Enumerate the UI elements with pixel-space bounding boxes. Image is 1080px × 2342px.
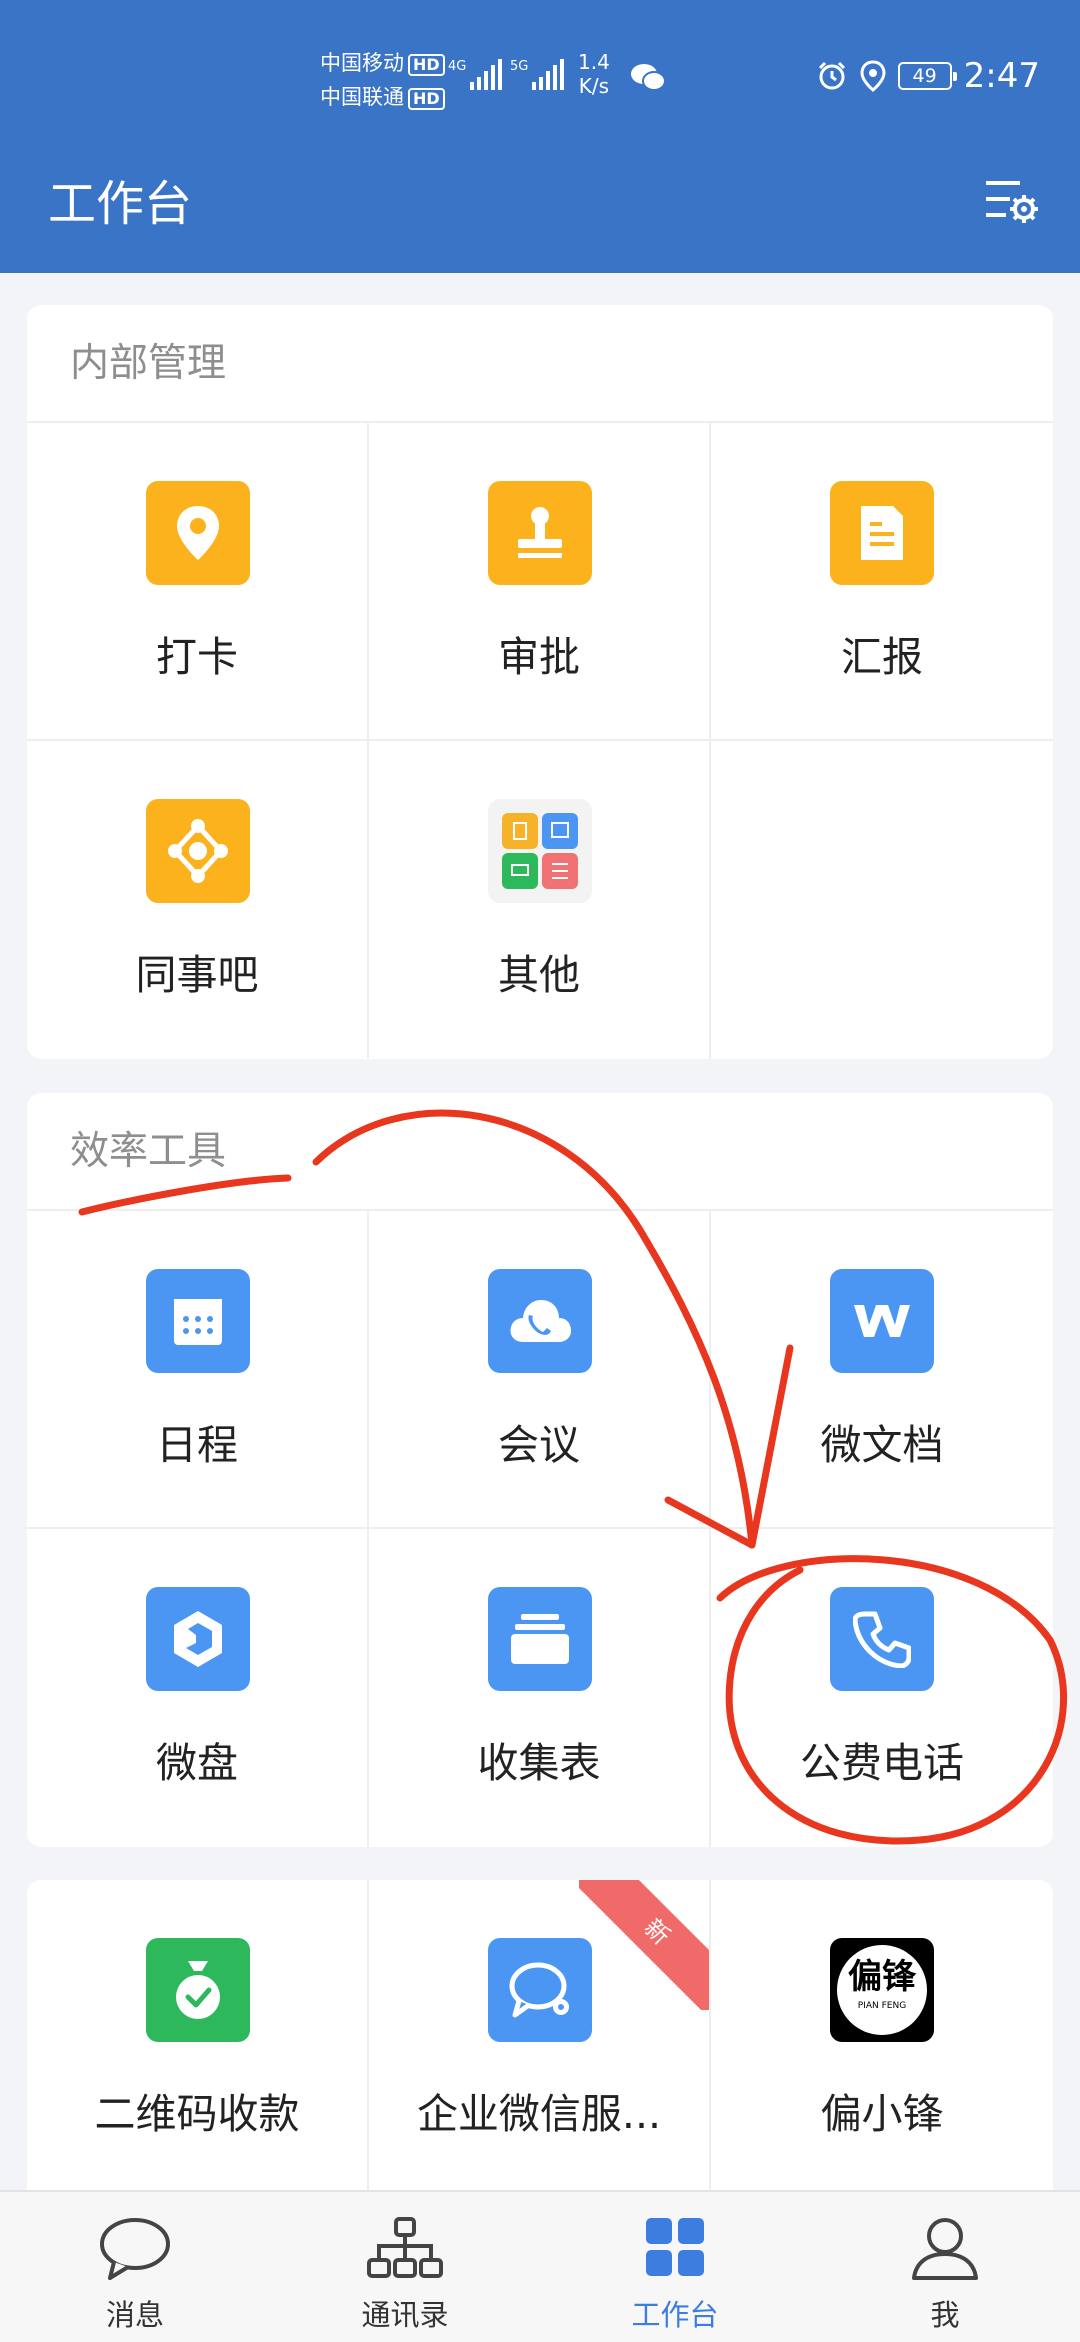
app-schedule[interactable]: 日程 bbox=[27, 1211, 369, 1529]
app-label: 公费电话 bbox=[800, 1739, 964, 1787]
app-report[interactable]: 汇报 bbox=[711, 423, 1053, 741]
app-collection-form[interactable]: 收集表 bbox=[369, 1529, 711, 1847]
stack-icon bbox=[488, 1587, 592, 1691]
hd-badge: HD bbox=[408, 54, 445, 76]
battery-indicator: 49 bbox=[897, 62, 957, 90]
section-title: 效率工具 bbox=[27, 1093, 1053, 1211]
carrier-info: 中国移动 HD 中国联通 HD bbox=[320, 46, 445, 114]
app-colleague-bar[interactable]: 同事吧 bbox=[27, 741, 369, 1059]
app-label: 企业微信服... bbox=[416, 2090, 662, 2138]
carrier-1: 中国移动 bbox=[320, 51, 404, 75]
pianfeng-logo-icon: 偏锋 PIAN FENG bbox=[830, 1938, 934, 2042]
empty-cell bbox=[711, 741, 1053, 1059]
tab-label: 我 bbox=[930, 2298, 960, 2332]
app-label: 审批 bbox=[498, 633, 580, 681]
app-public-phone[interactable]: 公费电话 bbox=[711, 1529, 1053, 1847]
drive-icon bbox=[146, 1587, 250, 1691]
service-chat-icon bbox=[488, 1938, 592, 2042]
app-checkin[interactable]: 打卡 bbox=[27, 423, 369, 741]
section-third-party-apps: 二维码收款 企业微信服... 新 偏锋 PIAN FENG 偏小锋 bbox=[27, 1880, 1053, 2190]
app-label: 收集表 bbox=[477, 1739, 601, 1787]
status-right: 49 2:47 bbox=[816, 56, 1040, 96]
page-title: 工作台 bbox=[48, 176, 193, 232]
money-bag-icon bbox=[146, 1938, 250, 2042]
workbench-settings-button[interactable] bbox=[984, 175, 1040, 225]
app-label: 日程 bbox=[156, 1421, 238, 1469]
calendar-icon bbox=[146, 1269, 250, 1373]
stamp-icon bbox=[488, 481, 592, 585]
section-internal-management: 内部管理 打卡 审批 汇报 同事吧 其他 bbox=[27, 305, 1053, 1059]
speed-unit: K/s bbox=[578, 74, 610, 98]
app-label: 二维码收款 bbox=[94, 2090, 300, 2138]
app-wecom-service[interactable]: 企业微信服... 新 bbox=[369, 1880, 711, 2190]
bottom-nav: 消息 通讯录 工作台 我 bbox=[0, 2190, 1080, 2342]
cloud-phone-icon bbox=[488, 1269, 592, 1373]
network-icon bbox=[146, 799, 250, 903]
location-pin-icon bbox=[146, 481, 250, 585]
carrier-2: 中国联通 bbox=[320, 85, 404, 109]
tab-me[interactable]: 我 bbox=[810, 2192, 1080, 2342]
person-icon bbox=[912, 2218, 978, 2280]
app-others[interactable]: 其他 bbox=[369, 741, 711, 1059]
tab-label: 工作台 bbox=[631, 2298, 719, 2332]
logo-text: 偏锋 bbox=[848, 1957, 916, 1997]
app-drive[interactable]: 微盘 bbox=[27, 1529, 369, 1847]
app-meeting[interactable]: 会议 bbox=[369, 1211, 711, 1529]
network-speed: 1.4 K/s bbox=[578, 50, 610, 98]
app-label: 微盘 bbox=[156, 1739, 238, 1787]
more-apps-icon bbox=[488, 799, 592, 903]
new-badge: 新 bbox=[579, 1880, 709, 2010]
app-approval[interactable]: 审批 bbox=[369, 423, 711, 741]
w-doc-icon bbox=[830, 1269, 934, 1373]
wechat-icon bbox=[631, 64, 666, 91]
section-efficiency-tools: 效率工具 日程 会议 微文档 微盘 收集表 公费电话 bbox=[27, 1093, 1053, 1847]
network-5g-label: 5G bbox=[510, 59, 528, 74]
app-label: 会议 bbox=[498, 1421, 580, 1469]
new-badge-label: 新 bbox=[579, 1880, 709, 2010]
app-qr-payment[interactable]: 二维码收款 bbox=[27, 1880, 369, 2190]
header: 中国移动 HD 中国联通 HD 4G 5G 1.4 K/s 49 2:47 工作… bbox=[0, 0, 1080, 273]
chat-bubble-icon bbox=[100, 2218, 170, 2280]
app-label: 其他 bbox=[498, 951, 580, 999]
hd-badge: HD bbox=[408, 88, 445, 110]
tab-contacts[interactable]: 通讯录 bbox=[270, 2192, 540, 2342]
app-label: 微文档 bbox=[820, 1421, 944, 1469]
app-label: 打卡 bbox=[156, 633, 238, 681]
report-doc-icon bbox=[830, 481, 934, 585]
grid-icon bbox=[646, 2218, 704, 2276]
tab-label: 消息 bbox=[105, 2298, 164, 2332]
org-chart-icon bbox=[367, 2217, 443, 2278]
signal-4g-icon: 4G bbox=[448, 59, 502, 90]
tab-messages[interactable]: 消息 bbox=[0, 2192, 270, 2342]
phone-icon bbox=[830, 1587, 934, 1691]
location-icon bbox=[860, 60, 886, 92]
app-pianxiaofeng[interactable]: 偏锋 PIAN FENG 偏小锋 bbox=[711, 1880, 1053, 2190]
tab-label: 通讯录 bbox=[361, 2298, 449, 2332]
app-docs[interactable]: 微文档 bbox=[711, 1211, 1053, 1529]
tab-workbench[interactable]: 工作台 bbox=[540, 2192, 810, 2342]
speed-value: 1.4 bbox=[578, 50, 610, 74]
app-label: 汇报 bbox=[841, 633, 923, 681]
app-label: 同事吧 bbox=[135, 951, 259, 999]
section-title: 内部管理 bbox=[27, 305, 1053, 423]
network-4g-label: 4G bbox=[448, 59, 466, 74]
alarm-icon bbox=[818, 61, 845, 90]
signal-5g-icon: 5G bbox=[510, 59, 564, 90]
clock: 2:47 bbox=[963, 56, 1040, 96]
app-label: 偏小锋 bbox=[820, 2090, 944, 2138]
